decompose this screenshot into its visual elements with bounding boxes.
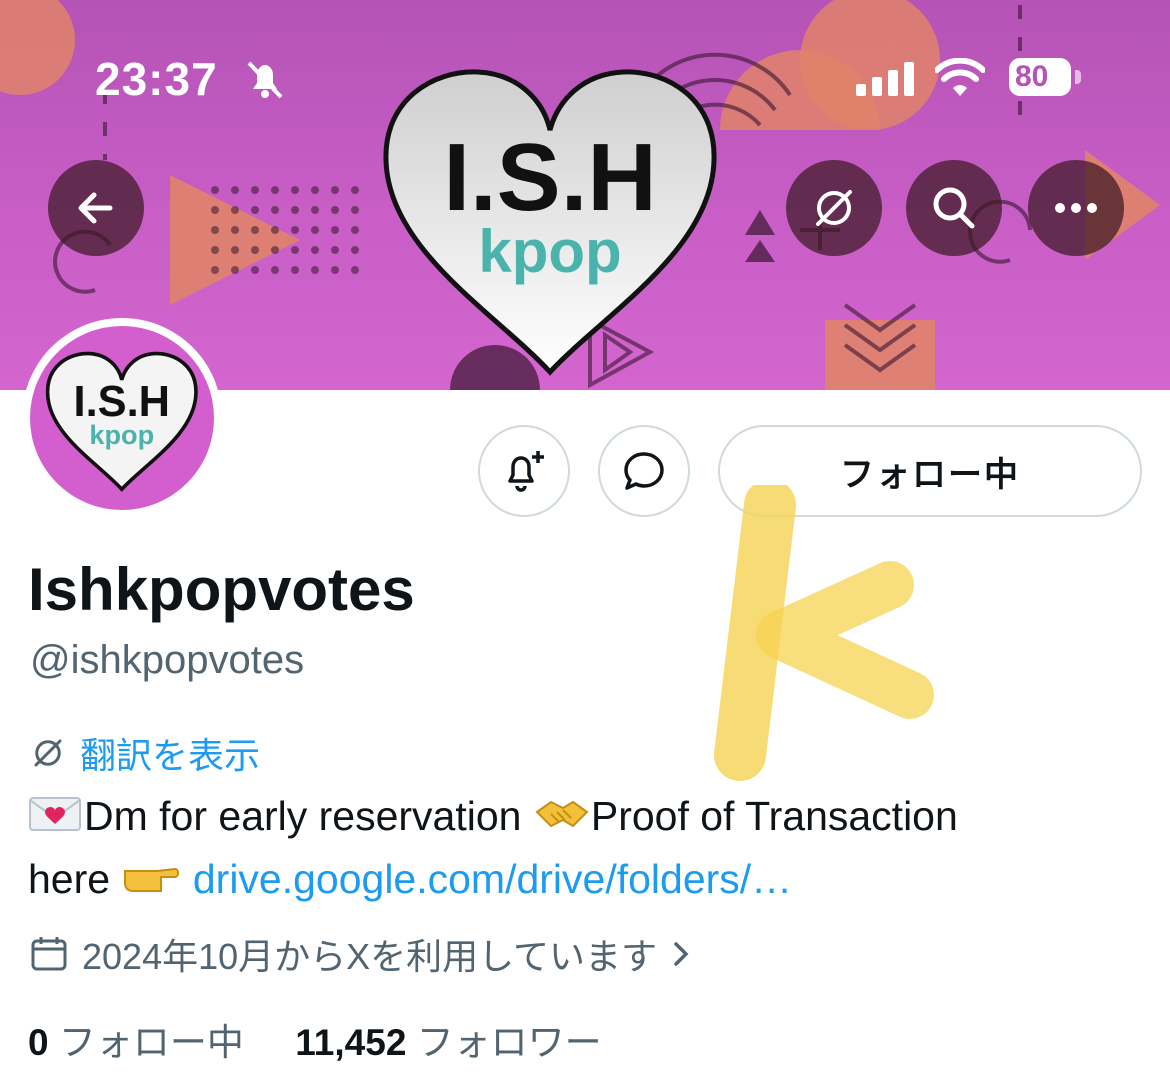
back-button[interactable] <box>48 160 144 256</box>
profile-bio: Dm for early reservation Proof of Transa… <box>28 785 1138 911</box>
signal-icon <box>856 62 914 96</box>
pointing-right-hand-icon <box>124 867 180 892</box>
grok-icon <box>34 739 62 767</box>
grok-button[interactable] <box>786 160 882 256</box>
bio-text-1: Dm for early reservation <box>84 793 533 839</box>
search-icon <box>933 187 975 229</box>
follow-stats: 0 フォロー中 11,452 フォロワー <box>28 1012 602 1066</box>
handshake-icon <box>535 800 589 828</box>
avatar[interactable]: I.S.H kpop <box>22 318 222 518</box>
chat-bubble-icon <box>624 452 664 490</box>
banner-logo-subtext: kpop <box>478 218 621 285</box>
display-name: Ishkpopvotes <box>28 556 415 623</box>
banner-heart-logo: I.S.H kpop <box>383 69 717 376</box>
chevron-right-icon[interactable] <box>671 939 691 969</box>
username-handle: @ishkpopvotes <box>30 638 305 682</box>
arrow-left-icon <box>78 192 113 224</box>
calendar-icon <box>31 937 67 971</box>
battery-tip <box>1075 70 1081 84</box>
avatar-heart-logo: I.S.H kpop <box>45 351 198 492</box>
bio-text-2: Proof of Transaction <box>590 793 958 839</box>
status-time: 23:37 <box>95 53 218 105</box>
bell-plus-icon <box>508 451 544 492</box>
handwritten-k-mark <box>714 485 934 781</box>
translate-label: 翻訳を表示 <box>80 735 261 776</box>
bio-drive-link[interactable]: drive.google.com/drive/folders/… <box>193 856 792 902</box>
bell-off-icon <box>247 61 283 99</box>
translate-link[interactable]: 翻訳を表示 <box>30 727 260 779</box>
joined-text: 2024年10月からXを利用しています <box>82 936 658 977</box>
more-button[interactable] <box>1028 160 1124 256</box>
wifi-icon <box>935 58 985 96</box>
notify-button[interactable] <box>478 425 570 517</box>
following-label: フォロー中 <box>58 1022 244 1063</box>
following-stat[interactable]: 0 フォロー中 <box>28 1022 244 1063</box>
followers-count: 11,452 <box>295 1022 407 1063</box>
following-count: 0 <box>28 1022 49 1063</box>
followers-stat[interactable]: 11,452 フォロワー <box>295 1022 601 1063</box>
grok-icon <box>816 190 852 226</box>
joined-date: 2024年10月からXを利用しています <box>30 928 691 980</box>
more-icon <box>1055 203 1097 213</box>
followers-label: フォロワー <box>416 1022 602 1063</box>
avatar-logo-subtext: kpop <box>89 419 154 450</box>
search-button[interactable] <box>906 160 1002 256</box>
banner-logo-text: I.S.H <box>443 124 656 231</box>
love-letter-icon <box>29 797 81 831</box>
bio-text-3: here <box>28 856 122 902</box>
battery-indicator: 80 <box>1009 58 1071 96</box>
message-button[interactable] <box>598 425 690 517</box>
